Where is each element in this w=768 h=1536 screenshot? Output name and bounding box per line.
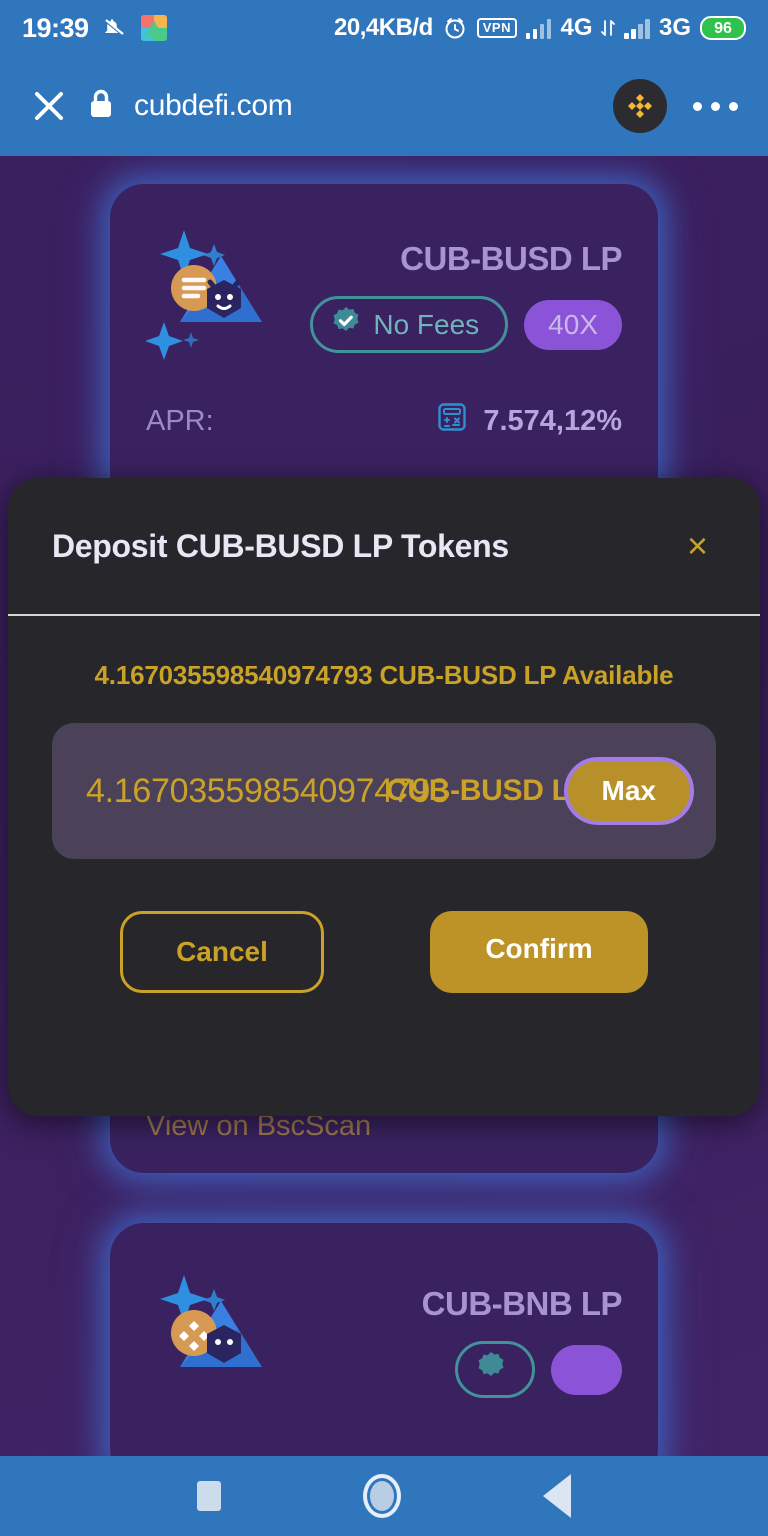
android-nav-bar [0,1456,768,1536]
multiplier-badge-2 [550,1344,622,1395]
gallery-icon [140,15,167,41]
farm-card-header: CUB-BUSD LP No Fees 40X [145,218,622,368]
signal-bars-icon-2 [624,17,650,39]
token-symbol-label: CUB-BUSD LP [386,774,590,807]
status-bar-left: 19:39 [22,13,167,44]
apr-value: 7.574,12% [483,404,622,437]
deposit-modal: Deposit CUB-BUSD LP Tokens × 4.167035598… [8,478,760,1116]
cancel-button[interactable]: Cancel [120,911,324,993]
amount-input-wrapper[interactable]: 4.167035598540974793 CUB-BUSD LP Max [52,723,716,859]
status-bar-right: 20,4KB/d VPN 4G 3G 96 [334,14,746,42]
available-balance-text: 4.167035598540974793 CUB-BUSD LP Availab… [94,660,674,690]
lock-icon [88,89,114,124]
close-icon[interactable] [30,87,68,125]
no-fees-badge: No Fees [310,296,509,353]
home-button[interactable] [363,1474,401,1518]
farm-pair-title-2: CUB-BNB LP [421,1285,623,1322]
farm-pair-title: CUB-BUSD LP [400,240,622,277]
signal-bars-icon-1 [525,17,552,39]
farm-row-apr: APR: 7.574,12% [146,402,622,440]
android-status-bar: 19:39 20,4KB/d VPN 4G 3G 96 [0,0,768,56]
apr-value-group: 7.574,12% [437,402,622,440]
max-button[interactable]: Max [563,757,694,825]
browser-toolbar: cubdefi.com [0,56,768,156]
farm-card-2-header: CUB-BNB LP [146,1263,623,1413]
modal-title: Deposit CUB-BUSD LP Tokens [52,527,509,564]
modal-close-icon[interactable]: × [677,522,718,570]
network-type-2: 3G [658,14,691,41]
farm-badges: No Fees 40X [310,296,622,353]
modal-header: Deposit CUB-BUSD LP Tokens × [8,478,760,616]
data-transfer-icon [601,19,616,37]
farm-card-cub-bnb: CUB-BNB LP [110,1223,658,1456]
alarm-icon [442,15,468,41]
calculator-icon[interactable] [437,402,467,440]
verified-badge-icon [331,306,361,343]
modal-body: 4.167035598540974793 CUB-BUSD LP Availab… [8,616,760,993]
url-text[interactable]: cubdefi.com [134,89,593,123]
vpn-icon: VPN [476,17,517,39]
battery-icon: 96 [700,16,746,40]
confirm-button[interactable]: Confirm [430,911,648,993]
farm-badges-2 [454,1341,622,1398]
farm-card-title-block: CUB-BUSD LP No Fees 40X [306,218,622,353]
recents-button[interactable] [197,1481,221,1511]
back-button[interactable] [543,1474,571,1518]
verified-badge-icon-2 [476,1351,506,1388]
binance-wallet-icon[interactable] [613,79,667,133]
more-options-icon[interactable] [687,101,738,111]
network-type-1: 4G [560,14,593,41]
network-speed: 20,4KB/d [334,14,433,41]
apr-label: APR: [146,404,214,437]
no-fees-label: No Fees [373,308,480,340]
no-fees-badge-2 [454,1341,535,1398]
farm-card-2-artwork [146,1263,296,1413]
status-bar-clock: 19:39 [22,12,89,43]
modal-action-row: Cancel Confirm [52,911,716,993]
farm-card-artwork [145,218,296,368]
multiplier-badge: 40X [524,299,622,350]
mute-icon [103,16,127,40]
farm-card-2-title-block: CUB-BNB LP [306,1263,623,1398]
